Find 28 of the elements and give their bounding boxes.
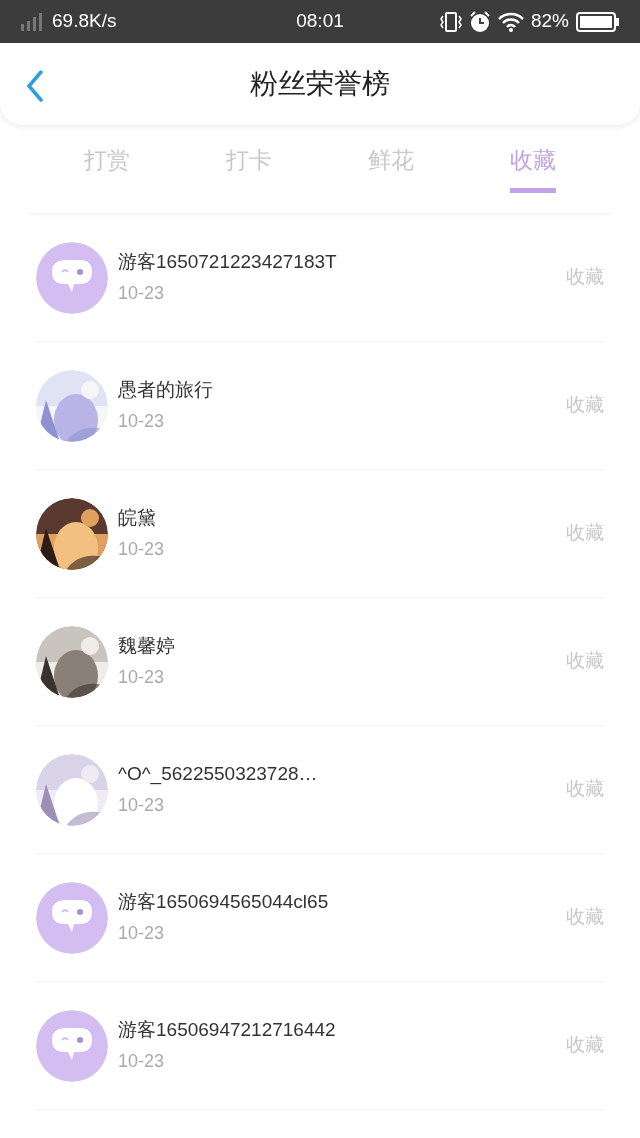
date-text: 10-23 (118, 538, 166, 562)
user-name: 愚者的旅行 (118, 377, 214, 402)
avatar-chat-bubble-icon (36, 881, 108, 954)
user-name: 魏馨婷 (118, 633, 176, 658)
user-name: 游客16506947212716442 (118, 1017, 337, 1042)
user-name: 游客1650721223427183T (118, 249, 338, 274)
page-title: 粉丝荣誉榜 (250, 68, 390, 99)
date-text: 10-23 (118, 922, 166, 946)
signal-icon (20, 12, 44, 31)
network-speed: 69.8K/s (52, 9, 117, 34)
vibrate-icon (439, 11, 462, 32)
battery-percent: 82% (530, 9, 569, 34)
clock-time: 08:01 (296, 10, 344, 32)
date-text: 10-23 (118, 794, 166, 818)
wifi-icon (497, 11, 524, 32)
date-text: 10-23 (118, 410, 166, 434)
tab[interactable]: 收藏 (510, 143, 556, 193)
back-icon (26, 70, 44, 102)
avatar-chat-bubble-icon (36, 1009, 108, 1082)
battery-icon (576, 11, 620, 32)
date-text: 10-23 (118, 282, 166, 306)
alarm-icon (468, 10, 491, 33)
date-text: 10-23 (118, 1050, 166, 1074)
user-name: 皖黛 (118, 505, 157, 530)
date-text: 10-23 (118, 666, 166, 690)
avatar-chat-bubble-icon (36, 241, 108, 314)
user-name: ^O^_5622550323728… (118, 761, 319, 787)
user-name: 游客1650694565044cl65 (118, 889, 330, 914)
